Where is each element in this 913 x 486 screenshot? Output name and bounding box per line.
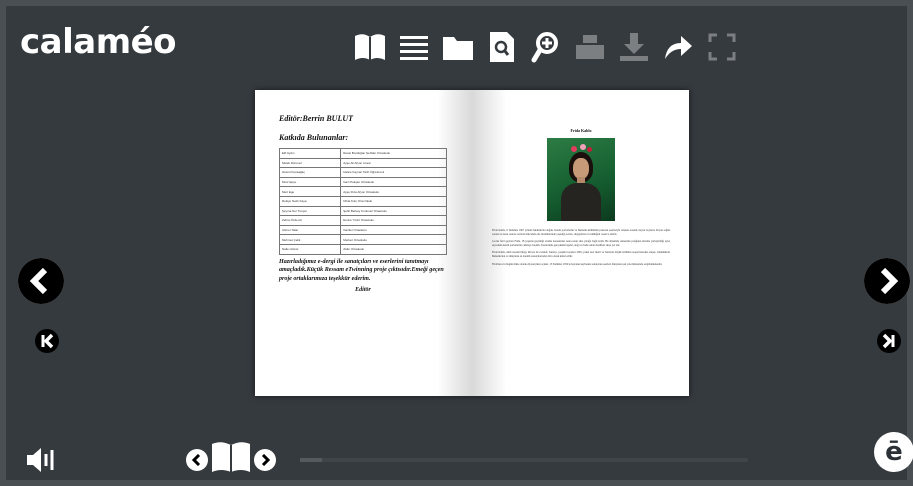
table-cell: Recai Bozdoğan Şehitler Ortaokulu	[340, 148, 447, 159]
skip-start-icon	[41, 333, 54, 349]
table-row: Mısır Epçe Gazi Pekşen Ortaokulu	[278, 176, 447, 188]
chevron-left-icon	[18, 258, 64, 304]
table-row: Rukiye Nazlı Kaya Nihat Kılıç Orta Okulu	[278, 195, 447, 207]
contributors-heading: Katkıda Bulunanlar:	[279, 133, 349, 142]
first-page-button[interactable]	[35, 329, 59, 353]
thumbnail-control	[186, 440, 276, 479]
table-cell: Ayşe Rıza Afyon Ortaokulu	[340, 186, 447, 197]
chevron-left-icon	[191, 453, 201, 466]
share-icon[interactable]	[656, 26, 700, 68]
editor-note: Hazırladığımız e-dergi ile sanatçıları v…	[279, 258, 444, 282]
table-cell: Zehra Özdemir	[278, 215, 342, 226]
table-cell: Rukiye Nazlı Kaya	[278, 195, 342, 207]
table-row: Elif Aydın Recai Bozdoğan Şehitler Ortaok…	[278, 148, 447, 159]
table-cell: Zafer Ortaokulu	[340, 243, 447, 255]
download-icon[interactable]	[612, 26, 656, 68]
page-progress-bar[interactable]	[300, 458, 748, 462]
contributors-table: Elif Aydın Recai Bozdoğan Şehitler Ortaok…	[278, 148, 447, 255]
editor-signature: Editör	[355, 287, 371, 294]
thumbnail-book-icon[interactable]	[210, 440, 252, 479]
page-progress-fill	[300, 458, 323, 462]
search-document-icon[interactable]	[480, 26, 524, 68]
table-cell: Şeyma Nur Tunçer	[278, 205, 342, 217]
table-cell: Melek Dönmez	[278, 157, 342, 169]
table-row: Mert Ege Ayşe Rıza Afyon Ortaokulu	[278, 186, 447, 197]
table-row: Şeyma Nur Tunçer Şehit Berkay Korkmaz Ort…	[278, 205, 447, 217]
table-cell: Elif Aydın	[278, 148, 342, 159]
editor-heading: Editör:Berrin BULUT	[279, 114, 354, 123]
calameo-logo[interactable]: calaméo	[20, 22, 177, 62]
table-row: Ahmet Tatar Gaziler Ortaokulu	[278, 224, 447, 236]
article-paragraph: Çocuk felci geçiren Frida, 18 yaşında ge…	[492, 240, 670, 247]
article-paragraph: Frida'nın evi bugün müze olarak ziyaretç…	[492, 262, 663, 266]
print-icon[interactable]	[568, 26, 612, 68]
chevron-right-icon	[864, 258, 910, 304]
table-cell: Ahmet Tatar	[278, 224, 342, 236]
chevron-right-icon	[261, 453, 271, 466]
right-page[interactable]: Frida Kahlo Frida Kahlo, 6 Temmuz 1907 y…	[472, 90, 689, 396]
table-cell: Ayşe Ali Afyon Lisesi	[340, 157, 447, 169]
left-page[interactable]: Editör:Berrin BULUT Katkıda Bulunanlar: …	[255, 90, 472, 396]
table-cell: Mert Ege	[278, 186, 342, 197]
thumbnail-next-button[interactable]	[254, 448, 276, 471]
table-row: Hüsnü Kocaağaç Hatice Kaynar Tarih Öğretm…	[278, 167, 447, 178]
table-cell: Naile Hüsnü	[278, 243, 342, 255]
book-spread[interactable]: Editör:Berrin BULUT Katkıda Bulunanlar: …	[255, 90, 689, 396]
table-cell: Gazi Pekşen Ortaokulu	[340, 176, 447, 188]
open-book-icon[interactable]	[348, 26, 392, 68]
table-cell: Nihat Kılıç Orta Okulu	[340, 195, 447, 207]
last-page-button[interactable]	[877, 329, 901, 353]
speaker-icon	[27, 448, 54, 472]
article-paragraph: Frida Kahlo, ünlü ressam Diego Rivera il…	[492, 251, 670, 258]
table-row: Naile Hüsnü Zafer Ortaokulu	[278, 243, 447, 255]
fullscreen-icon[interactable]	[700, 26, 744, 68]
thumbnail-prev-button[interactable]	[186, 448, 208, 471]
table-cell: Mehmet Çelik	[278, 234, 342, 245]
next-page-button[interactable]	[864, 258, 910, 304]
zoom-in-icon[interactable]	[524, 26, 568, 68]
table-cell: Hatice Kaynar Tarih Öğretmeni	[340, 167, 447, 178]
sound-toggle[interactable]	[26, 445, 58, 480]
article-title: Frida Kahlo	[570, 128, 592, 133]
table-cell: Şehit Berkay Korkmaz Ortaokulu	[340, 205, 447, 217]
list-icon[interactable]	[392, 26, 436, 68]
toolbar	[348, 26, 744, 68]
table-cell: Emine Yıldız Ortaokulu	[340, 215, 447, 226]
portrait-image	[547, 138, 615, 221]
article-paragraph: Frida Kahlo, 6 Temmuz 1907 yılında Meksi…	[492, 229, 670, 236]
table-cell: Mısır Epçe	[278, 176, 342, 188]
previous-page-button[interactable]	[18, 258, 64, 304]
table-cell: Gaziler Ortaokulu	[340, 224, 447, 236]
table-row: Mehmet Çelik Merkez Ortaokulu	[278, 234, 447, 245]
table-row: Zehra Özdemir Emine Yıldız Ortaokulu	[278, 215, 447, 226]
table-cell: Hüsnü Kocaağaç	[278, 167, 342, 178]
table-cell: Merkez Ortaokulu	[340, 234, 447, 245]
calameo-badge-button[interactable]: ē	[874, 432, 913, 472]
folder-icon[interactable]	[436, 26, 480, 68]
table-row: Melek Dönmez Ayşe Ali Afyon Lisesi	[278, 157, 447, 169]
skip-end-icon	[882, 333, 895, 349]
